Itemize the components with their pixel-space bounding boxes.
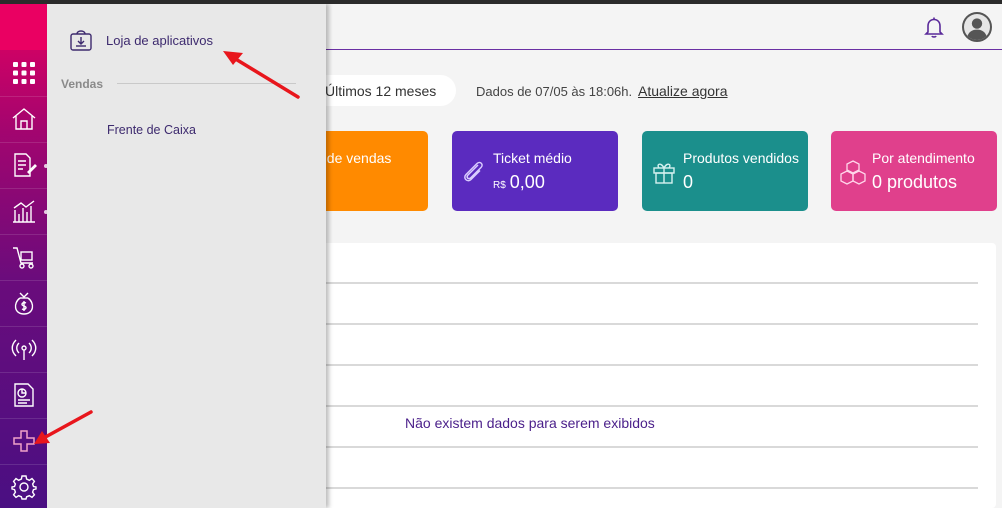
- user-icon: [964, 14, 990, 40]
- report-icon: [13, 383, 34, 407]
- boxes-icon: [840, 160, 866, 185]
- app-store-label: Loja de aplicativos: [106, 32, 213, 48]
- empty-state-message: Não existem dados para serem exibidos: [405, 415, 655, 431]
- table-row-divider: [300, 487, 978, 489]
- card-products-sold[interactable]: Produtos vendidos 0: [642, 131, 808, 211]
- rail-purchases[interactable]: [0, 234, 47, 280]
- data-table-panel: Não existem dados para serem exibidos: [300, 243, 996, 508]
- plugin-icon: [12, 430, 35, 452]
- home-icon: [12, 108, 35, 130]
- table-row-divider: [300, 405, 978, 407]
- window-top-edge: [0, 0, 1002, 4]
- bell-icon[interactable]: [922, 15, 946, 39]
- paperclip-icon: [464, 161, 483, 182]
- gear-icon: [10, 475, 37, 500]
- card-average-ticket[interactable]: Ticket médio R$ 0,00: [452, 131, 618, 211]
- apps-grid-icon[interactable]: [0, 50, 47, 96]
- card-value: R$ 0,00: [493, 172, 545, 193]
- menu-item-frente-de-caixa[interactable]: Frente de Caixa: [107, 123, 196, 137]
- section-divider: [117, 83, 296, 84]
- period-label: Últimos 12 meses: [325, 82, 437, 99]
- last-updated-text: Dados de 07/05 às 18:06h.: [476, 84, 633, 99]
- top-header: [326, 4, 1002, 50]
- side-rail: [0, 4, 48, 508]
- refresh-now-link[interactable]: Atualize agora: [638, 83, 728, 99]
- download-bag-icon: [70, 30, 92, 51]
- rail-integrations[interactable]: [0, 326, 47, 372]
- table-row-divider: [300, 323, 978, 325]
- cart-icon: [12, 247, 34, 269]
- rail-home[interactable]: [0, 96, 47, 142]
- card-per-service[interactable]: Por atendimento 0 produtos: [831, 131, 997, 211]
- rail-settings[interactable]: [0, 464, 47, 508]
- card-title: Produtos vendidos: [683, 150, 799, 166]
- table-row-divider: [300, 282, 978, 284]
- card-value-number: 0,00: [509, 172, 545, 192]
- document-edit-icon: [13, 153, 37, 177]
- currency-label: R$: [493, 180, 506, 191]
- broadcast-icon: [11, 339, 36, 360]
- card-title: Ticket médio: [493, 150, 572, 166]
- card-title: Por atendimento: [872, 150, 975, 166]
- apps-flyout-menu: Loja de aplicativos Vendas Frente de Cai…: [47, 4, 326, 508]
- money-bag-icon: [14, 292, 33, 315]
- gift-icon: [653, 163, 675, 184]
- grid-icon: [12, 62, 35, 84]
- rail-apps[interactable]: [0, 418, 47, 464]
- rail-fiscal[interactable]: [0, 372, 47, 418]
- rail-finance[interactable]: [0, 280, 47, 326]
- section-title: Vendas: [61, 77, 104, 91]
- card-value: 0: [683, 172, 694, 192]
- app-store-link[interactable]: Loja de aplicativos: [69, 28, 213, 52]
- table-row-divider: [300, 364, 978, 366]
- table-row-divider: [300, 446, 978, 448]
- avatar[interactable]: [962, 12, 992, 42]
- rail-top-block: [0, 4, 47, 50]
- card-value: 0 produtos: [872, 172, 958, 192]
- rail-reports[interactable]: [0, 188, 47, 234]
- rail-documents[interactable]: [0, 142, 47, 188]
- chart-icon: [12, 200, 35, 223]
